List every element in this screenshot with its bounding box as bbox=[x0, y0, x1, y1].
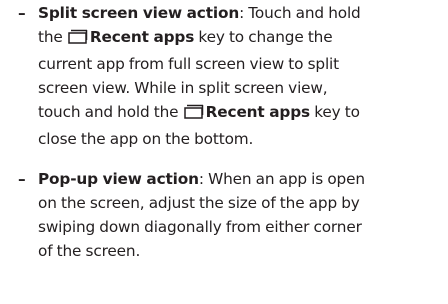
item-text: Pop-up view action: When an app is open … bbox=[38, 167, 446, 263]
item-title: Pop-up view action bbox=[38, 170, 199, 188]
bullet-dash: – bbox=[18, 170, 26, 188]
recent-apps-key-label: Recent apps bbox=[89, 28, 195, 46]
text-line-2: on the screen, adjust the size of the ap… bbox=[38, 194, 360, 212]
item-text: Split screen view action: Touch and hold… bbox=[38, 1, 446, 151]
list-item-split-screen: – Split screen view action: Touch and ho… bbox=[18, 1, 446, 151]
recent-apps-icon bbox=[183, 103, 204, 127]
recent-apps-icon bbox=[68, 28, 88, 52]
text-fragment: the bbox=[38, 28, 63, 46]
text-line-2: the Recent apps key to change the bbox=[38, 25, 446, 52]
item-title: Split screen view action bbox=[38, 4, 240, 22]
text-line-4: of the screen. bbox=[38, 242, 141, 260]
text-line-4: screen view. While in split screen view, bbox=[38, 79, 328, 97]
document-page: – Split screen view action: Touch and ho… bbox=[0, 0, 448, 304]
text-line-5: touch and hold the Recent apps key to bbox=[38, 100, 446, 127]
text-line-1: Split screen view action: Touch and hold bbox=[38, 1, 446, 25]
text-fragment: : When an app is open bbox=[198, 170, 365, 188]
recent-apps-key-label: Recent apps bbox=[205, 103, 310, 121]
text-fragment: touch and hold the bbox=[38, 103, 179, 121]
text-line-1: Pop-up view action: When an app is open bbox=[38, 167, 446, 191]
text-fragment: key to bbox=[309, 103, 360, 121]
text-fragment: key to change the bbox=[194, 28, 333, 46]
text-line-3: current app from full screen view to spl… bbox=[38, 55, 340, 73]
bullet-dash: – bbox=[18, 4, 26, 22]
text-line-6: close the app on the bottom. bbox=[38, 130, 254, 148]
text-fragment: : Touch and hold bbox=[239, 4, 361, 22]
list-item-pop-up-view: – Pop-up view action: When an app is ope… bbox=[18, 167, 446, 263]
text-line-3: swiping down diagonally from either corn… bbox=[38, 218, 362, 236]
